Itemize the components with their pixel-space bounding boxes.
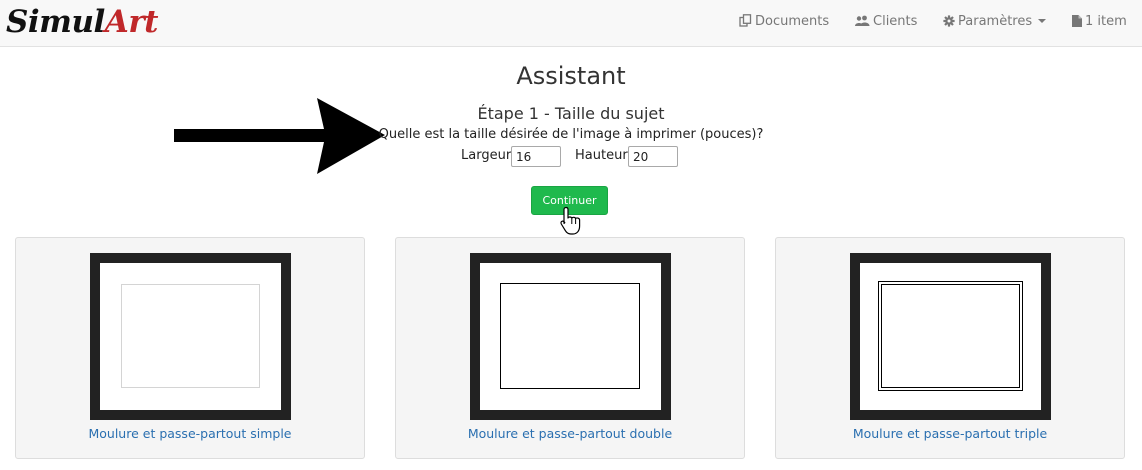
navbar: SimulArt Documents Clients Paramètres 1 … — [0, 0, 1142, 47]
image-area — [121, 284, 260, 388]
chevron-down-icon — [1038, 19, 1047, 23]
nav-cart[interactable]: 1 item — [1072, 0, 1127, 44]
file-icon — [1072, 15, 1082, 27]
width-label: Largeur — [461, 148, 512, 163]
frame-simple-preview — [90, 253, 291, 420]
height-label: Hauteur — [575, 148, 628, 163]
image-area — [500, 283, 640, 389]
frame-triple-preview — [850, 253, 1051, 420]
gear-icon — [943, 15, 955, 27]
mat — [100, 263, 281, 410]
frame-option-double-link[interactable]: Moulure et passe-partout double — [396, 426, 744, 441]
frame-option-simple-link[interactable]: Moulure et passe-partout simple — [16, 426, 364, 441]
height-input[interactable] — [628, 146, 678, 167]
step-heading: Étape 1 - Taille du sujet — [477, 104, 665, 123]
mat — [480, 263, 661, 410]
brand-logo[interactable]: SimulArt — [6, 2, 159, 42]
nav-cart-label: 1 item — [1085, 14, 1127, 29]
nav-settings-label: Paramètres — [958, 14, 1033, 29]
frame-double-preview — [470, 253, 671, 420]
frame-option-triple-link[interactable]: Moulure et passe-partout triple — [776, 426, 1124, 441]
page-title: Assistant — [516, 62, 626, 90]
mat — [860, 263, 1041, 410]
nav-clients-label: Clients — [873, 14, 918, 29]
documents-icon — [739, 14, 752, 27]
image-area — [881, 284, 1020, 388]
frame-option-double[interactable]: Moulure et passe-partout double — [395, 237, 745, 459]
brand-logo-part1: Simul — [6, 4, 105, 40]
hand-pointer-cursor-icon — [560, 206, 581, 235]
nav-documents-label: Documents — [755, 14, 830, 29]
nav-settings-dropdown[interactable]: Paramètres — [943, 0, 1047, 44]
users-icon — [855, 15, 870, 26]
nav-clients[interactable]: Clients — [855, 0, 917, 44]
size-question: Quelle est la taille désirée de l'image … — [378, 127, 764, 142]
frame-option-simple[interactable]: Moulure et passe-partout simple — [15, 237, 365, 459]
frame-option-triple[interactable]: Moulure et passe-partout triple — [775, 237, 1125, 459]
width-input[interactable] — [511, 146, 561, 167]
brand-logo-part2: Art — [104, 4, 159, 40]
nav-documents[interactable]: Documents — [739, 0, 829, 44]
